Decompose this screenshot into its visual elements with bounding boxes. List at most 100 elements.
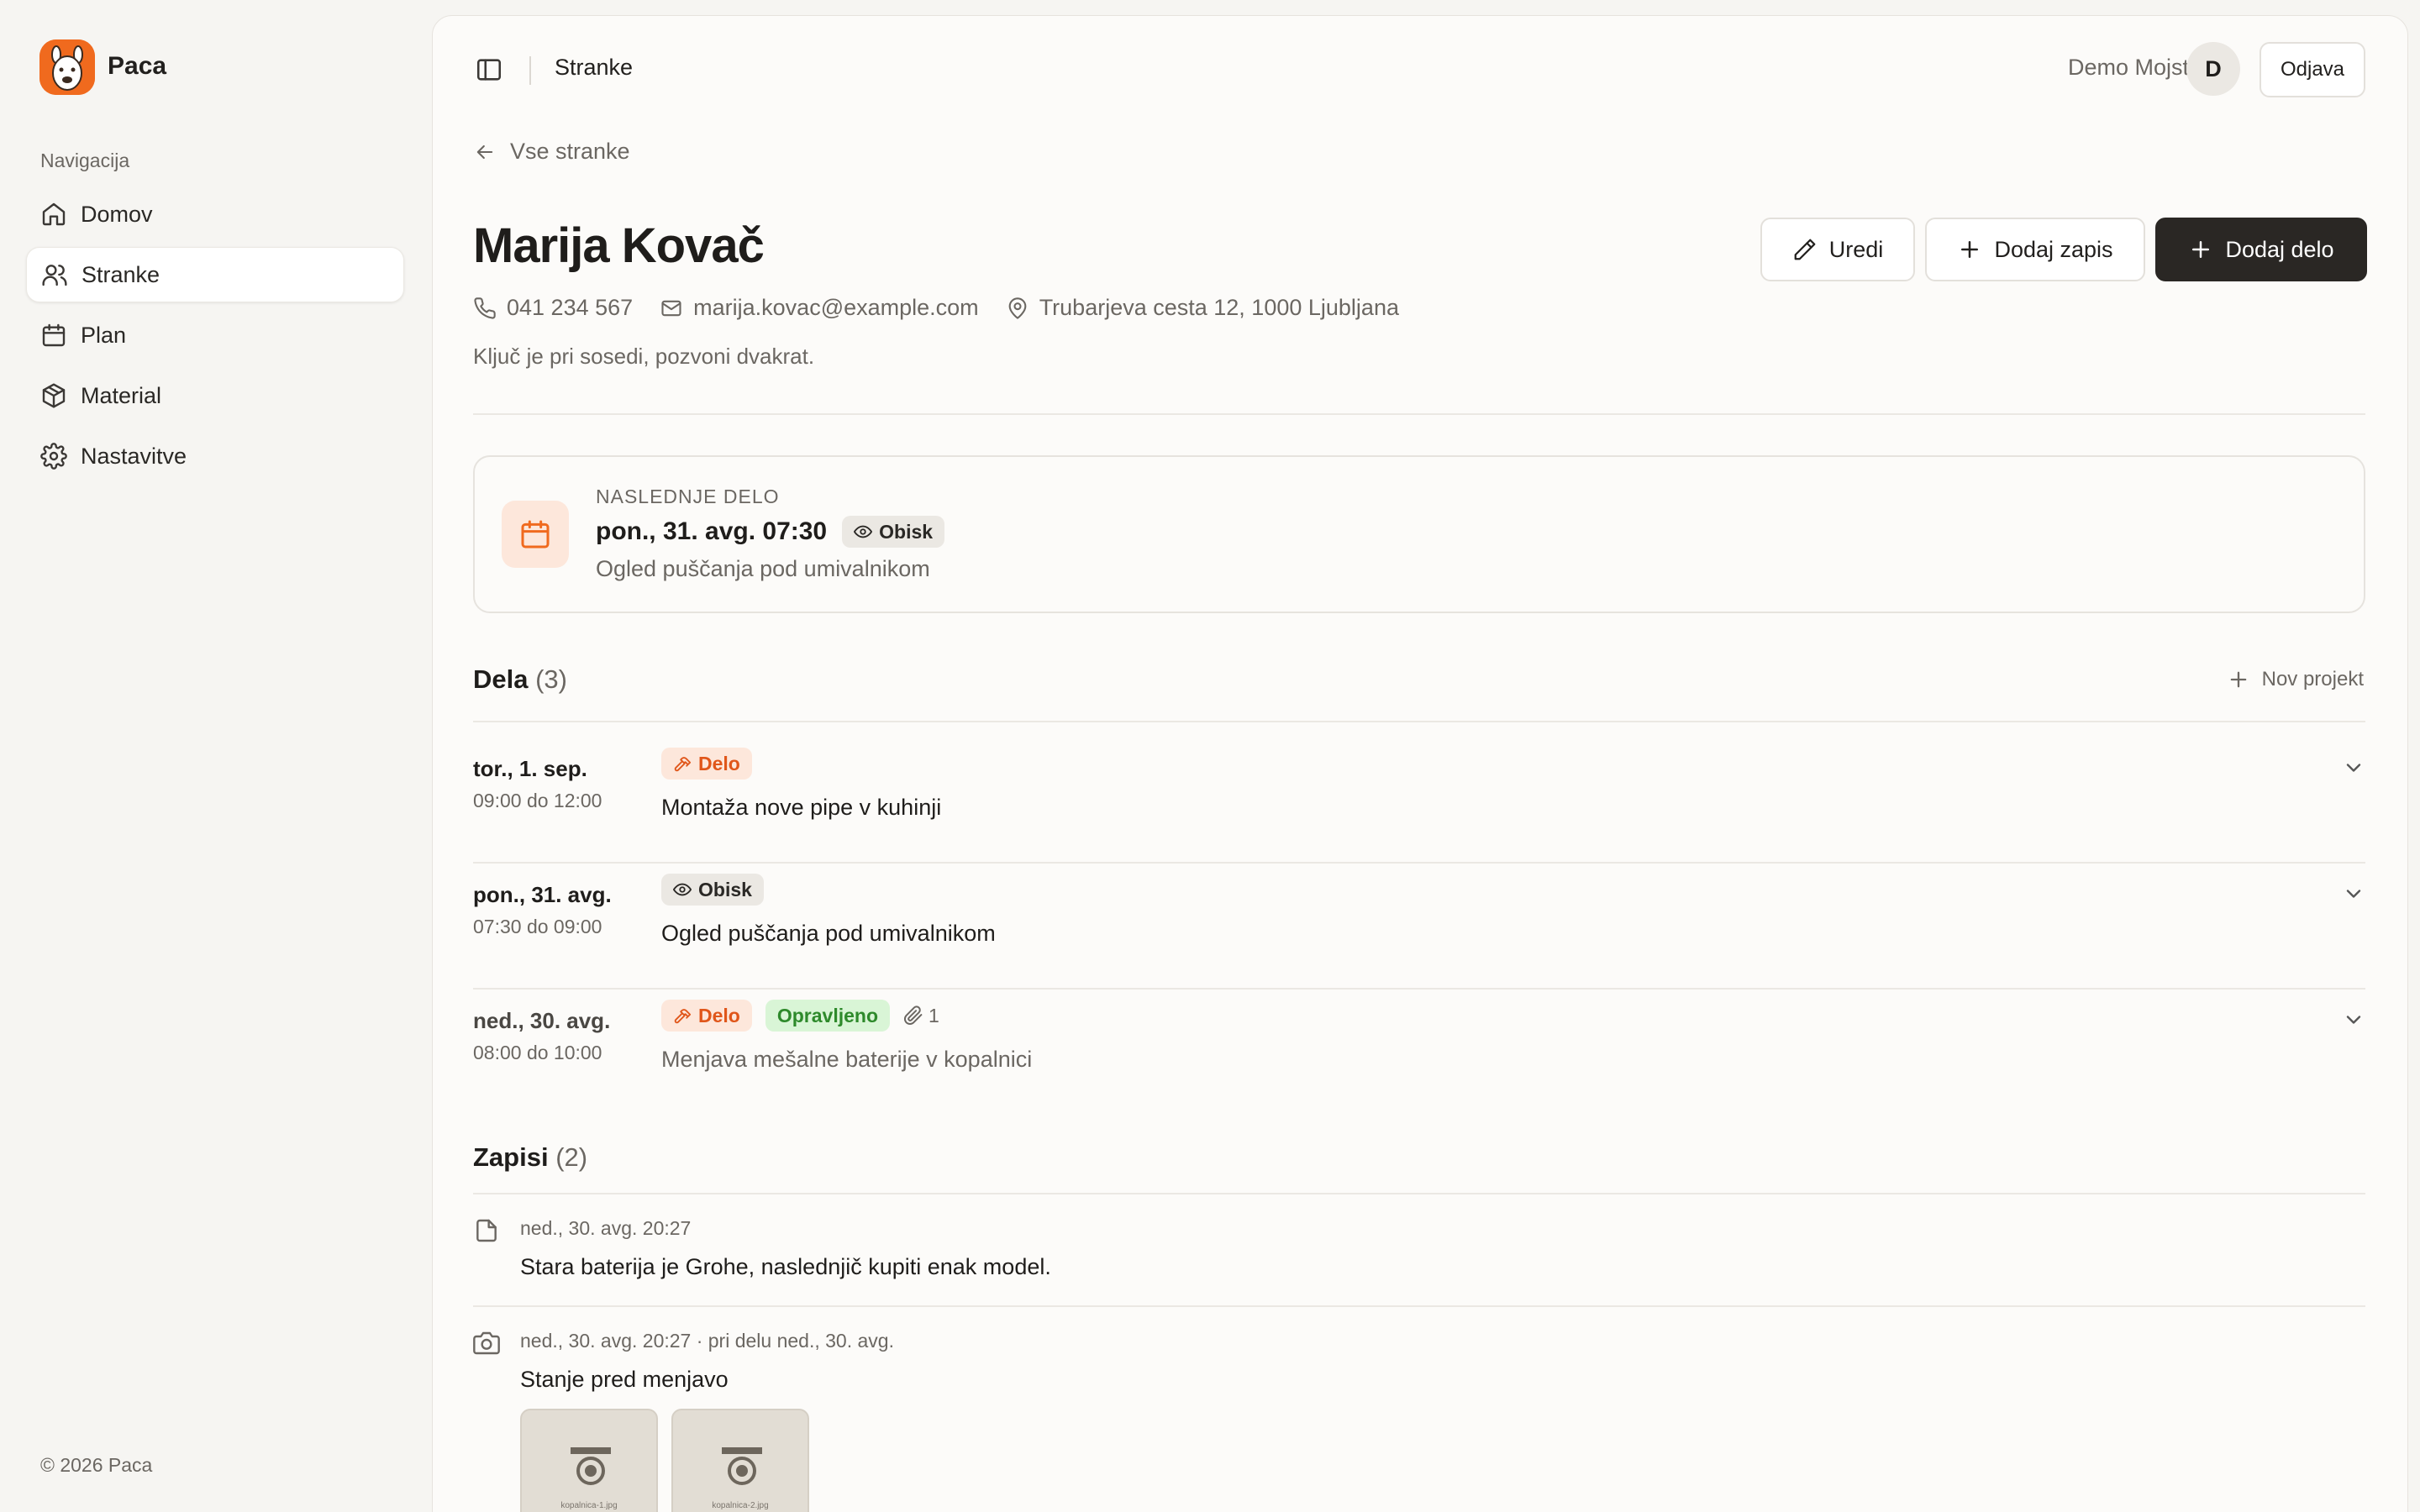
paperclip-icon <box>904 1005 923 1025</box>
sidebar-item-label: Plan <box>81 322 127 348</box>
divider <box>473 1193 2365 1194</box>
visit-badge-label: Obisk <box>879 520 934 543</box>
back-link-label: Vse stranke <box>510 139 630 164</box>
next-job-icon-box <box>502 501 569 568</box>
add-note-button-label: Dodaj zapis <box>1994 236 2113 262</box>
map-pin-icon <box>1008 297 1027 319</box>
new-project-button[interactable]: Nov projekt <box>2227 668 2364 691</box>
edit-button[interactable]: Uredi <box>1760 218 1915 281</box>
notes-section-title: Zapisi (2) <box>473 1142 587 1173</box>
sidebar: Paca Navigacija Domov Stranke Plan Mater… <box>0 0 432 1512</box>
note-meta: ned., 30. avg. 20:27 · pri delu ned., 30… <box>520 1330 894 1352</box>
job-date: ned., 30. avg. <box>473 1008 611 1033</box>
client-phone[interactable]: 041 234 567 <box>507 295 633 321</box>
job-type-label: Obisk <box>698 878 752 900</box>
chevron-down-icon[interactable] <box>2342 882 2365 906</box>
job-type-badge: Obisk <box>661 874 764 906</box>
jobs-count: (3) <box>535 664 567 694</box>
job-type-label: Delo <box>698 752 740 774</box>
sidebar-item-nastavitve[interactable]: Nastavitve <box>26 428 404 484</box>
sidebar-item-stranke[interactable]: Stranke <box>26 247 404 302</box>
plus-icon <box>2192 241 2210 258</box>
job-type-label: Delo <box>698 1004 740 1026</box>
users-icon <box>42 265 67 286</box>
note-text: Stara baterija je Grohe, naslednjič kupi… <box>520 1254 1051 1279</box>
paca-logo[interactable] <box>39 39 95 95</box>
client-address[interactable]: Trubarjeva cesta 12, 1000 Ljubljana <box>1039 295 1399 321</box>
job-date: tor., 1. sep. <box>473 756 587 781</box>
job-title: Ogled puščanja pod umivalnikom <box>661 921 996 946</box>
chevron-down-icon[interactable] <box>2342 756 2365 780</box>
attachment-count-label: 1 <box>929 1004 939 1026</box>
image-placeholder-icon <box>571 1447 611 1485</box>
gear-icon <box>40 443 67 470</box>
note-text: Stanje pred menjavo <box>520 1367 729 1392</box>
client-email[interactable]: marija.kovac@example.com <box>693 295 979 321</box>
job-row[interactable]: tor., 1. sep. 09:00 do 12:00 Delo Montaž… <box>473 722 2365 848</box>
sidebar-item-domov[interactable]: Domov <box>26 186 404 242</box>
page-title: Stranke <box>555 55 634 80</box>
jobs-section-title: Dela (3) <box>473 664 567 695</box>
job-chips: Obisk <box>661 874 777 906</box>
main-panel: Stranke Demo Mojster D Odjava Vse strank… <box>432 15 2408 1512</box>
job-type-badge: Delo <box>661 748 752 780</box>
nav-heading: Navigacija <box>40 150 130 171</box>
hammer-icon <box>674 1009 692 1024</box>
chevron-down-icon[interactable] <box>2342 1008 2365 1032</box>
next-job-description: Ogled puščanja pod umivalnikom <box>596 556 930 581</box>
sidebar-toggle-icon[interactable] <box>475 55 503 84</box>
sidebar-item-label: Material <box>81 382 162 408</box>
status-badge: Opravljeno <box>765 1000 890 1032</box>
eye-icon <box>854 525 873 538</box>
add-job-button[interactable]: Dodaj delo <box>2155 218 2367 281</box>
sidebar-item-label: Stranke <box>82 261 160 287</box>
job-time: 07:30 do 09:00 <box>473 916 602 937</box>
visit-badge: Obisk <box>842 516 945 548</box>
back-link[interactable]: Vse stranke <box>473 139 630 165</box>
sidebar-item-plan[interactable]: Plan <box>26 307 404 363</box>
logout-button[interactable]: Odjava <box>2260 42 2365 97</box>
add-job-button-label: Dodaj delo <box>2225 236 2334 262</box>
client-name: Marija Kovač <box>473 218 765 273</box>
box-icon <box>42 383 66 408</box>
camera-icon <box>473 1331 500 1355</box>
job-row[interactable]: pon., 31. avg. 07:30 do 09:00 Obisk Ogle… <box>473 848 2365 974</box>
photo-filename: kopalnica-2.jpg <box>712 1501 769 1510</box>
attachment-count: 1 <box>903 1005 939 1027</box>
photo-thumbnail[interactable]: kopalnica-2.jpg <box>671 1409 809 1512</box>
home-icon <box>42 202 66 226</box>
plus-icon <box>1961 241 1979 258</box>
photo-thumbnail[interactable]: kopalnica-1.jpg <box>520 1409 658 1512</box>
file-icon <box>476 1219 497 1242</box>
add-note-button[interactable]: Dodaj zapis <box>1925 218 2145 281</box>
mail-icon <box>661 300 681 316</box>
plus-icon <box>2230 671 2246 688</box>
app-name: Paca <box>108 52 167 80</box>
job-chips: Delo <box>661 748 765 780</box>
sidebar-item-label: Nastavitve <box>81 443 187 469</box>
avatar[interactable]: D <box>2186 42 2240 96</box>
next-job-header: pon., 31. avg. 07:30 Obisk <box>596 516 958 548</box>
hammer-icon <box>674 757 692 772</box>
next-job-card[interactable]: NASLEDNJE DELO pon., 31. avg. 07:30 Obis… <box>473 455 2365 613</box>
edit-button-label: Uredi <box>1828 236 1884 262</box>
photo-filename: kopalnica-1.jpg <box>560 1501 618 1510</box>
image-placeholder-icon <box>722 1447 762 1485</box>
calendar-icon <box>42 323 66 347</box>
job-date: pon., 31. avg. <box>473 882 612 907</box>
job-time: 09:00 do 12:00 <box>473 790 602 811</box>
next-job-datetime: pon., 31. avg. 07:30 <box>596 517 828 545</box>
client-contact-row: 041 234 567 marija.kovac@example.com Tru… <box>473 295 1399 321</box>
sidebar-item-label: Domov <box>81 201 153 227</box>
footer-copyright: © 2026 Paca <box>40 1454 153 1476</box>
sidebar-item-material[interactable]: Material <box>26 368 404 423</box>
divider <box>473 1305 2365 1307</box>
note-meta: ned., 30. avg. 20:27 <box>520 1217 692 1239</box>
job-row[interactable]: ned., 30. avg. 08:00 do 10:00 Delo Oprav… <box>473 974 2365 1100</box>
job-title: Montaža nove pipe v kuhinji <box>661 795 942 820</box>
divider <box>473 413 2365 415</box>
job-chips: Delo Opravljeno 1 <box>661 1000 939 1032</box>
phone-icon <box>474 297 496 319</box>
notes-count: (2) <box>555 1142 588 1172</box>
pencil-icon <box>1794 239 1816 260</box>
